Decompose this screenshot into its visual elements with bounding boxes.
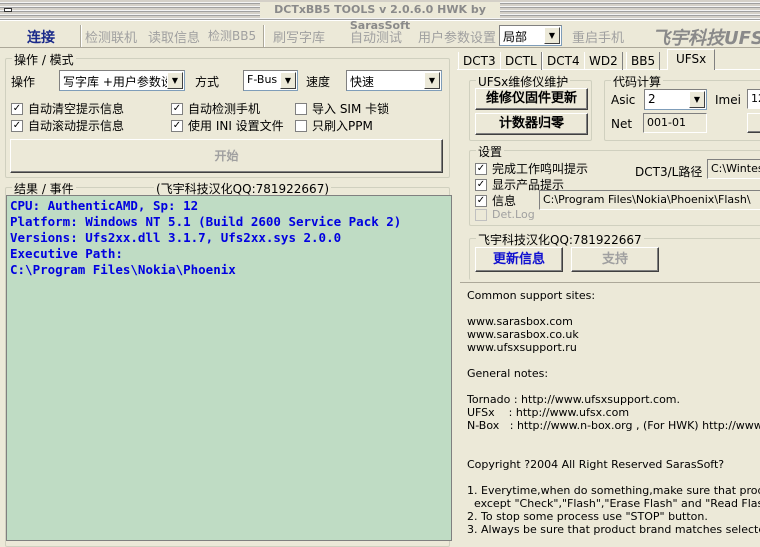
checkbox-disabled-icon [475,208,487,221]
separator [263,25,265,47]
detect-button[interactable]: 检测联机 [85,27,137,46]
start-button[interactable]: 开始 [10,139,443,173]
window-title: DCTxBB5 TOOLS v 2.0.6.0 HWK by SarasSoft [260,2,500,32]
net-field[interactable]: 001-01 [643,113,707,133]
speed-label: 速度 [306,75,331,89]
info-checkbox[interactable]: ✓ 信息 [475,192,516,209]
flash-path-field[interactable]: C:\Program Files\Nokia\Phoenix\Flash\ [539,190,760,210]
update-info-button[interactable]: 更新信息 [475,247,563,272]
support-button[interactable]: 支持 [571,247,659,272]
title-bar: DCTxBB5 TOOLS v 2.0.6.0 HWK by SarasSoft [0,0,760,32]
asic-label: Asic [611,93,636,107]
calc-button[interactable] [747,113,760,133]
chevron-down-icon: ▼ [424,72,440,89]
checkbox-label: 完成工作鸣叫提示 [492,162,589,176]
checkbox-label: 自动滚动提示信息 [28,119,125,133]
divider [460,282,760,283]
ppm-only-checkbox[interactable]: 只刷入PPM [295,117,373,134]
speed-dropdown[interactable]: 快速 ▼ [346,70,442,91]
tab-ufsx[interactable]: UFSx [667,49,716,70]
dct3-path-label: DCT3/L路径 [635,165,703,179]
imei-input[interactable]: 12 [747,89,760,109]
credit-title: 飞宇科技汉化QQ:781922667 [476,231,644,248]
read-info-button[interactable]: 读取信息 [148,27,200,46]
checkbox-label: 自动清空提示信息 [28,102,125,116]
auto-clear-checkbox[interactable]: ✓ 自动清空提示信息 [11,100,124,117]
operation-dropdown[interactable]: 写字库 +用户参数设 ▼ [59,70,185,91]
chevron-down-icon: ▼ [689,91,705,108]
asic-value: 2 [648,92,656,106]
checkbox-label: 只刷入PPM [312,119,373,133]
checkbox-checked-icon: ✓ [171,119,183,132]
scope-value: 局部 [503,30,528,44]
checkbox-checked-icon: ✓ [171,102,183,115]
operation-label: 操作 [11,75,36,89]
results-log[interactable]: CPU: AuthenticAMD, Sp: 12 Platform: Wind… [6,195,452,541]
flash-button[interactable]: 刷写字库 [273,27,325,46]
support-notes: Common support sites: www.sarasbox.com w… [467,289,760,536]
log-line: Versions: Ufs2xx.dll 3.1.7, Ufs2xx.sys 2… [10,230,342,245]
tab-dctl[interactable]: DCTL [500,52,542,70]
restart-button[interactable]: 重启手机 [572,27,624,46]
speed-value: 快速 [350,75,375,89]
use-ini-checkbox[interactable]: ✓ 使用 INI 设置文件 [171,117,284,134]
chevron-down-icon: ▼ [280,72,296,89]
scope-dropdown[interactable]: 局部 ▼ [499,25,562,46]
detect-bb5-button[interactable]: 检测BB5 [208,27,256,44]
toolbar: 连接 检测联机 读取信息 检测BB5 刷写字库 自动测试 用户参数设置 局部 ▼ … [0,20,760,49]
net-label: Net [611,117,633,131]
log-line: Executive Path: [10,246,123,261]
auto-detect-checkbox[interactable]: ✓ 自动检测手机 [171,100,260,117]
log-line: CPU: AuthenticAMD, Sp: 12 [10,198,199,213]
dct3-path-field[interactable]: C:\Wintesl [707,159,760,179]
auto-scroll-checkbox[interactable]: ✓ 自动滚动提示信息 [11,117,124,134]
code-calc-title: 代码计算 [611,73,664,90]
checkbox-checked-icon: ✓ [475,162,487,175]
checkbox-label: 自动检测手机 [188,102,261,116]
method-dropdown[interactable]: F-Bus ▼ [243,70,298,91]
auto-test-button[interactable]: 自动测试 [350,27,402,46]
det-log-checkbox[interactable]: Det.Log [475,208,535,221]
imei-label: Imei [715,93,741,107]
tab-dct4[interactable]: DCT4 [542,52,585,70]
beep-checkbox[interactable]: ✓ 完成工作鸣叫提示 [475,160,588,177]
method-value: F-Bus [247,73,278,86]
method-label: 方式 [195,75,220,89]
import-sim-lock-checkbox[interactable]: 导入 SIM 卡锁 [295,100,389,117]
asic-dropdown[interactable]: 2 ▼ [644,89,707,110]
log-line: Platform: Windows NT 5.1 (Build 2600 Ser… [10,214,402,229]
checkbox-checked-icon: ✓ [11,102,23,115]
reset-counter-button[interactable]: 计数器归零 [475,113,588,135]
checkbox-empty-icon [295,119,307,132]
operation-value: 写字库 +用户参数设 [63,75,173,89]
chevron-down-icon: ▼ [167,72,183,89]
checkbox-label: Det.Log [492,208,535,221]
user-settings-button[interactable]: 用户参数设置 [418,27,496,46]
tab-wd2[interactable]: WD2 [584,52,623,70]
checkbox-empty-icon [295,102,307,115]
log-line: C:\Program Files\Nokia\Phoenix [10,262,236,277]
connect-button[interactable]: 连接 [27,27,55,47]
checkbox-label: 使用 INI 设置文件 [188,119,284,133]
tab-bb5[interactable]: BB5 [626,52,661,70]
separator [80,25,82,47]
tab-dct3[interactable]: DCT3 [458,52,501,70]
mode-group-title: 操作 / 模式 [12,51,76,68]
checkbox-label: 信息 [492,194,517,208]
checkbox-checked-icon: ✓ [11,119,23,132]
firmware-update-button[interactable]: 维修仪固件更新 [475,88,588,110]
checkbox-label: 导入 SIM 卡锁 [312,102,390,116]
checkbox-checked-icon: ✓ [475,178,487,191]
chevron-down-icon: ▼ [544,27,560,44]
checkbox-checked-icon: ✓ [475,194,487,207]
brand-logo: 飞宇科技UFS [652,28,760,49]
system-menu-icon[interactable] [4,8,12,12]
settings-title: 设置 [476,143,505,160]
